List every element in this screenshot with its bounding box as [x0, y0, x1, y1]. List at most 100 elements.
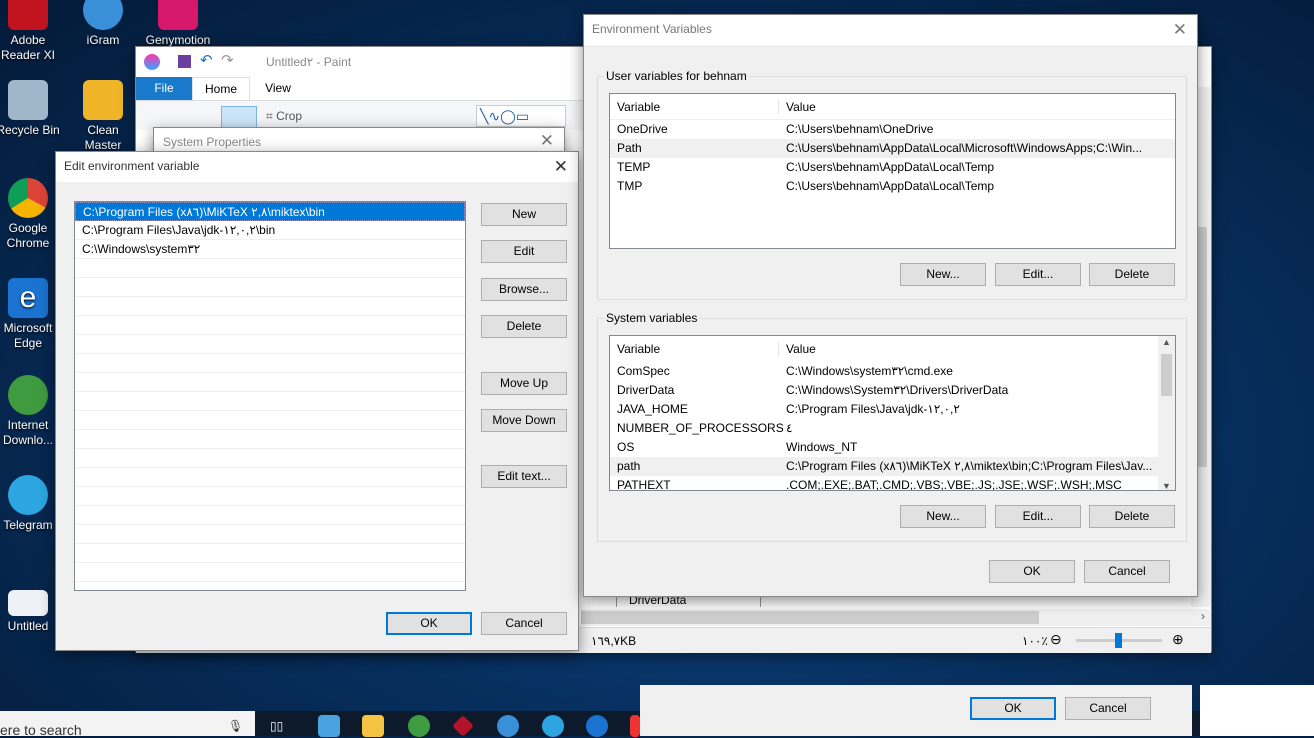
table-row[interactable]: OneDrive C:\Users\behnam\OneDrive	[610, 120, 1175, 139]
table-row[interactable]: NUMBER_OF_PROCESSORS ٤	[610, 419, 1158, 438]
list-item[interactable]: C:\Windows\system٣٢	[75, 240, 465, 259]
desktop-icon-edge[interactable]: e Microsoft Edge	[0, 278, 61, 351]
image-file-icon	[8, 590, 48, 616]
vertical-scrollbar[interactable]: ▲ ▼	[1158, 336, 1175, 490]
list-header: Variable Value	[610, 94, 1175, 120]
cancel-button[interactable]: Cancel	[481, 612, 567, 635]
variable-name: path	[617, 459, 641, 473]
ok-button[interactable]: OK	[970, 697, 1056, 720]
scroll-right-icon[interactable]: ›	[1201, 609, 1205, 623]
variable-name: OneDrive	[617, 122, 668, 136]
move-up-button[interactable]: Move Up	[481, 372, 567, 395]
column-variable[interactable]: Variable	[617, 100, 660, 114]
user-delete-button[interactable]: Delete	[1089, 263, 1175, 286]
table-row[interactable]: TMP C:\Users\behnam\AppData\Local\Temp	[610, 177, 1175, 196]
column-variable[interactable]: Variable	[617, 342, 660, 356]
table-row[interactable]: TEMP C:\Users\behnam\AppData\Local\Temp	[610, 158, 1175, 177]
table-row[interactable]: DriverData C:\Windows\System٣٢\Drivers\Dr…	[610, 381, 1158, 400]
adobe-reader-icon	[8, 0, 48, 30]
window-title: Untitled٢ - Paint	[266, 55, 352, 69]
tab-view[interactable]: View	[250, 77, 306, 100]
file-explorer-icon[interactable]	[362, 715, 384, 737]
system-delete-button[interactable]: Delete	[1089, 505, 1175, 528]
table-row[interactable]: OS Windows_NT	[610, 438, 1158, 457]
user-variables-list[interactable]: Variable Value OneDrive C:\Users\behnam\On…	[609, 93, 1176, 249]
close-icon[interactable]: ✕	[554, 157, 568, 177]
user-new-button[interactable]: New...	[900, 263, 986, 286]
close-icon[interactable]: ✕	[540, 131, 554, 151]
table-row[interactable]: PATHEXT .COM;.EXE;.BAT;.CMD;.VBS;.VBE;.JS…	[610, 476, 1158, 491]
tab-file[interactable]: File	[136, 77, 192, 100]
taskbar-app-icon[interactable]	[452, 715, 474, 737]
variable-value: C:\Windows\System٣٢\Drivers\DriverData	[786, 383, 1009, 397]
chrome-icon	[8, 178, 48, 218]
ok-button[interactable]: OK	[386, 612, 472, 635]
user-edit-button[interactable]: Edit...	[995, 263, 1081, 286]
column-value[interactable]: Value	[778, 342, 816, 356]
path-list[interactable]: C:\Program Files (x٨٦)\MiKTeX ٢,٨\miktex…	[74, 201, 466, 591]
microphone-icon[interactable]: 🎙	[228, 719, 243, 733]
delete-button[interactable]: Delete	[481, 315, 567, 338]
system-variables-list[interactable]: Variable Value ComSpec C:\Windows\system٣٢…	[609, 335, 1176, 491]
desktop-icon-adobe-reader[interactable]: Adobe Reader XI	[0, 0, 61, 63]
desktop-icon-igram[interactable]: iGram	[70, 0, 136, 48]
edit-text-button[interactable]: Edit text...	[481, 465, 567, 488]
crop-button[interactable]: ⌗ Crop	[266, 109, 302, 124]
redo-icon[interactable]: ↷	[221, 51, 234, 69]
edit-button[interactable]: Edit	[481, 240, 567, 263]
scroll-up-icon[interactable]: ▲	[1162, 337, 1171, 347]
list-item[interactable]: C:\Program Files (x٨٦)\MiKTeX ٢,٨\miktex…	[75, 202, 465, 221]
table-row[interactable]: ComSpec C:\Windows\system٣٢\cmd.exe	[610, 362, 1158, 381]
cancel-button[interactable]: Cancel	[1084, 560, 1170, 583]
taskbar-app-icon[interactable]	[630, 715, 640, 737]
variable-name: OS	[617, 440, 635, 454]
new-button[interactable]: New	[481, 203, 567, 226]
list-item[interactable]: C:\Program Files\Java\jdk-١٢,٠,٢\bin	[75, 221, 465, 240]
internet-explorer-icon[interactable]	[586, 715, 608, 737]
ok-button[interactable]: OK	[989, 560, 1075, 583]
undo-icon[interactable]: ↶	[200, 51, 213, 69]
dialog-title: Edit environment variable	[64, 159, 200, 173]
variable-value: C:\Program Files (x٨٦)\MiKTeX ٢,٨\miktex…	[786, 459, 1153, 473]
zoom-out-icon[interactable]: ⊖	[1050, 631, 1062, 648]
igram-icon[interactable]	[497, 715, 519, 737]
edit-env-variable-dialog: Edit environment variable ✕ C:\Program Fi…	[55, 151, 579, 651]
variable-value: .COM;.EXE;.BAT;.CMD;.VBS;.VBE;.JS;.JSE;.…	[786, 478, 1122, 491]
search-box[interactable]: ere to search 🎙	[0, 711, 255, 738]
telegram-icon	[8, 475, 48, 515]
shapes-gallery[interactable]: ╲∿◯▭	[476, 105, 566, 127]
save-icon[interactable]	[178, 55, 191, 68]
move-down-button[interactable]: Move Down	[481, 409, 567, 432]
cancel-button[interactable]: Cancel	[1065, 697, 1151, 720]
zoom-slider[interactable]	[1076, 633, 1162, 648]
desktop-icon-idm[interactable]: Internet Downlo...	[0, 375, 61, 448]
desktop-icon-chrome[interactable]: Google Chrome	[0, 178, 61, 251]
variable-name: TEMP	[617, 160, 651, 174]
variable-name: TMP	[617, 179, 643, 193]
task-view-icon[interactable]: ▯▯	[270, 719, 283, 733]
browse-button[interactable]: Browse...	[481, 278, 567, 301]
desktop-icon-telegram[interactable]: Telegram	[0, 475, 61, 533]
table-row[interactable]: path C:\Program Files (x٨٦)\MiKTeX ٢,٨\mi…	[610, 457, 1158, 476]
zoom-level: ١٠٠٪	[1022, 634, 1048, 648]
tab-home[interactable]: Home	[192, 77, 250, 100]
column-value[interactable]: Value	[778, 100, 816, 114]
table-row[interactable]: JAVA_HOME C:\Program Files\Java\jdk-١٢,٠,…	[610, 400, 1158, 419]
table-row[interactable]: Path C:\Users\behnam\AppData\Local\Micros…	[610, 139, 1175, 158]
taskbar-app-icon[interactable]	[318, 715, 340, 737]
scroll-down-icon[interactable]: ▼	[1162, 481, 1171, 490]
system-edit-button[interactable]: Edit...	[995, 505, 1081, 528]
system-new-button[interactable]: New...	[900, 505, 986, 528]
desktop-icon-untitled[interactable]: Untitled	[0, 590, 61, 634]
desktop-icon-recycle-bin[interactable]: Recycle Bin	[0, 80, 61, 138]
desktop-icon-genymotion[interactable]: Genymotion	[145, 0, 211, 48]
telegram-icon[interactable]	[542, 715, 564, 737]
title-bar: Edit environment variable ✕	[56, 152, 578, 182]
crop-icon: ⌗	[266, 109, 277, 123]
zoom-in-icon[interactable]: ⊕	[1172, 631, 1184, 648]
horizontal-scrollbar[interactable]: ›	[581, 609, 1211, 626]
internet-download-manager-icon[interactable]	[408, 715, 430, 737]
variable-value: ٤	[786, 421, 793, 435]
desktop-icon-clean-master[interactable]: Clean Master	[70, 80, 136, 153]
close-icon[interactable]: ✕	[1173, 20, 1187, 40]
